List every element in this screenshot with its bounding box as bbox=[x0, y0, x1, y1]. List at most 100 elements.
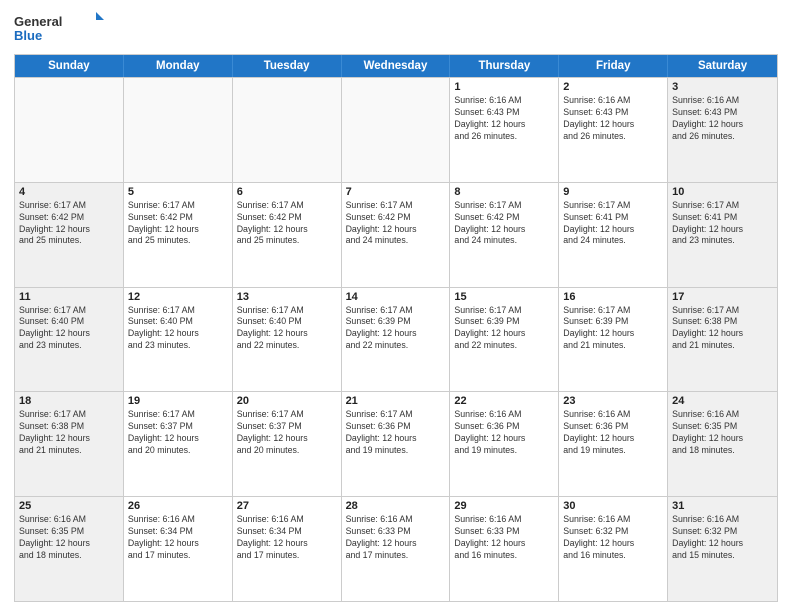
table-row: 19 Sunrise: 6:17 AM Sunset: 6:37 PM Dayli… bbox=[124, 392, 233, 496]
day-number: 1 bbox=[454, 81, 554, 93]
calendar-body: 1 Sunrise: 6:16 AM Sunset: 6:43 PM Daylig… bbox=[15, 77, 777, 601]
day-info: Sunrise: 6:17 AM Sunset: 6:42 PM Dayligh… bbox=[19, 200, 119, 248]
day-info: Sunrise: 6:17 AM Sunset: 6:42 PM Dayligh… bbox=[237, 200, 337, 248]
day-info: Sunrise: 6:17 AM Sunset: 6:38 PM Dayligh… bbox=[672, 305, 773, 353]
day-info: Sunrise: 6:17 AM Sunset: 6:42 PM Dayligh… bbox=[128, 200, 228, 248]
table-row: 10Sunrise: 6:17 AM Sunset: 6:41 PM Dayli… bbox=[668, 183, 777, 287]
day-number: 29 bbox=[454, 500, 554, 512]
day-number: 16 bbox=[563, 291, 663, 303]
day-info: Sunrise: 6:17 AM Sunset: 6:41 PM Dayligh… bbox=[563, 200, 663, 248]
day-number: 6 bbox=[237, 186, 337, 198]
table-row: 8 Sunrise: 6:17 AM Sunset: 6:42 PM Daylig… bbox=[450, 183, 559, 287]
table-row: 1 Sunrise: 6:16 AM Sunset: 6:43 PM Daylig… bbox=[450, 78, 559, 182]
day-number: 20 bbox=[237, 395, 337, 407]
calendar-week: 1 Sunrise: 6:16 AM Sunset: 6:43 PM Daylig… bbox=[15, 77, 777, 182]
table-row: 2Sunrise: 6:16 AM Sunset: 6:43 PM Daylig… bbox=[559, 78, 668, 182]
day-number: 23 bbox=[563, 395, 663, 407]
table-row: 18 Sunrise: 6:17 AM Sunset: 6:38 PM Dayli… bbox=[15, 392, 124, 496]
table-row: 30 Sunrise: 6:16 AM Sunset: 6:32 PM Dayli… bbox=[559, 497, 668, 601]
day-number: 27 bbox=[237, 500, 337, 512]
day-info: Sunrise: 6:16 AM Sunset: 6:36 PM Dayligh… bbox=[454, 409, 554, 457]
day-info: Sunrise: 6:16 AM Sunset: 6:43 PM Dayligh… bbox=[454, 95, 554, 143]
table-row: 28 Sunrise: 6:16 AM Sunset: 6:33 PM Dayli… bbox=[342, 497, 451, 601]
day-number: 15 bbox=[454, 291, 554, 303]
table-row: 24Sunrise: 6:16 AM Sunset: 6:35 PM Dayli… bbox=[668, 392, 777, 496]
day-info: Sunrise: 6:16 AM Sunset: 6:43 PM Dayligh… bbox=[672, 95, 773, 143]
day-info: Sunrise: 6:16 AM Sunset: 6:35 PM Dayligh… bbox=[19, 514, 119, 562]
day-number: 26 bbox=[128, 500, 228, 512]
table-row: 27 Sunrise: 6:16 AM Sunset: 6:34 PM Dayli… bbox=[233, 497, 342, 601]
day-number: 19 bbox=[128, 395, 228, 407]
logo: General Blue bbox=[14, 10, 104, 46]
day-info: Sunrise: 6:17 AM Sunset: 6:36 PM Dayligh… bbox=[346, 409, 446, 457]
table-row: 11 Sunrise: 6:17 AM Sunset: 6:40 PM Dayli… bbox=[15, 288, 124, 392]
day-number: 30 bbox=[563, 500, 663, 512]
day-number: 13 bbox=[237, 291, 337, 303]
day-info: Sunrise: 6:16 AM Sunset: 6:34 PM Dayligh… bbox=[237, 514, 337, 562]
day-info: Sunrise: 6:17 AM Sunset: 6:38 PM Dayligh… bbox=[19, 409, 119, 457]
day-info: Sunrise: 6:17 AM Sunset: 6:40 PM Dayligh… bbox=[237, 305, 337, 353]
day-number: 4 bbox=[19, 186, 119, 198]
table-row: 7Sunrise: 6:17 AM Sunset: 6:42 PM Daylig… bbox=[342, 183, 451, 287]
day-number: 31 bbox=[672, 500, 773, 512]
day-info: Sunrise: 6:16 AM Sunset: 6:34 PM Dayligh… bbox=[128, 514, 228, 562]
day-number: 18 bbox=[19, 395, 119, 407]
table-row: 22 Sunrise: 6:16 AM Sunset: 6:36 PM Dayli… bbox=[450, 392, 559, 496]
day-number: 9 bbox=[563, 186, 663, 198]
table-row: 5 Sunrise: 6:17 AM Sunset: 6:42 PM Daylig… bbox=[124, 183, 233, 287]
day-info: Sunrise: 6:17 AM Sunset: 6:37 PM Dayligh… bbox=[128, 409, 228, 457]
table-row: 6 Sunrise: 6:17 AM Sunset: 6:42 PM Daylig… bbox=[233, 183, 342, 287]
weekday-header: Thursday bbox=[450, 55, 559, 77]
calendar-week: 25Sunrise: 6:16 AM Sunset: 6:35 PM Dayli… bbox=[15, 496, 777, 601]
table-row: 23 Sunrise: 6:16 AM Sunset: 6:36 PM Dayli… bbox=[559, 392, 668, 496]
weekday-header: Friday bbox=[559, 55, 668, 77]
weekday-header: Sunday bbox=[15, 55, 124, 77]
calendar-week: 11 Sunrise: 6:17 AM Sunset: 6:40 PM Dayli… bbox=[15, 287, 777, 392]
svg-text:Blue: Blue bbox=[14, 28, 42, 43]
day-info: Sunrise: 6:17 AM Sunset: 6:42 PM Dayligh… bbox=[454, 200, 554, 248]
day-info: Sunrise: 6:17 AM Sunset: 6:40 PM Dayligh… bbox=[128, 305, 228, 353]
day-info: Sunrise: 6:17 AM Sunset: 6:37 PM Dayligh… bbox=[237, 409, 337, 457]
day-number: 14 bbox=[346, 291, 446, 303]
table-row: 29 Sunrise: 6:16 AM Sunset: 6:33 PM Dayli… bbox=[450, 497, 559, 601]
table-row: 21Sunrise: 6:17 AM Sunset: 6:36 PM Dayli… bbox=[342, 392, 451, 496]
day-number: 11 bbox=[19, 291, 119, 303]
day-info: Sunrise: 6:16 AM Sunset: 6:32 PM Dayligh… bbox=[672, 514, 773, 562]
table-row: 9 Sunrise: 6:17 AM Sunset: 6:41 PM Daylig… bbox=[559, 183, 668, 287]
calendar-header: SundayMondayTuesdayWednesdayThursdayFrid… bbox=[15, 55, 777, 77]
day-number: 8 bbox=[454, 186, 554, 198]
day-number: 28 bbox=[346, 500, 446, 512]
table-row: 13 Sunrise: 6:17 AM Sunset: 6:40 PM Dayli… bbox=[233, 288, 342, 392]
day-info: Sunrise: 6:17 AM Sunset: 6:39 PM Dayligh… bbox=[454, 305, 554, 353]
table-row: 16Sunrise: 6:17 AM Sunset: 6:39 PM Dayli… bbox=[559, 288, 668, 392]
table-row bbox=[15, 78, 124, 182]
table-row bbox=[233, 78, 342, 182]
table-row: 31 Sunrise: 6:16 AM Sunset: 6:32 PM Dayli… bbox=[668, 497, 777, 601]
table-row: 25Sunrise: 6:16 AM Sunset: 6:35 PM Dayli… bbox=[15, 497, 124, 601]
day-number: 3 bbox=[672, 81, 773, 93]
table-row bbox=[124, 78, 233, 182]
table-row bbox=[342, 78, 451, 182]
day-info: Sunrise: 6:16 AM Sunset: 6:33 PM Dayligh… bbox=[346, 514, 446, 562]
day-number: 7 bbox=[346, 186, 446, 198]
day-info: Sunrise: 6:17 AM Sunset: 6:40 PM Dayligh… bbox=[19, 305, 119, 353]
table-row: 4 Sunrise: 6:17 AM Sunset: 6:42 PM Daylig… bbox=[15, 183, 124, 287]
calendar: SundayMondayTuesdayWednesdayThursdayFrid… bbox=[14, 54, 778, 602]
calendar-week: 18 Sunrise: 6:17 AM Sunset: 6:38 PM Dayli… bbox=[15, 391, 777, 496]
day-info: Sunrise: 6:16 AM Sunset: 6:33 PM Dayligh… bbox=[454, 514, 554, 562]
logo-svg: General Blue bbox=[14, 10, 104, 46]
weekday-header: Saturday bbox=[668, 55, 777, 77]
day-info: Sunrise: 6:16 AM Sunset: 6:36 PM Dayligh… bbox=[563, 409, 663, 457]
table-row: 17Sunrise: 6:17 AM Sunset: 6:38 PM Dayli… bbox=[668, 288, 777, 392]
table-row: 3 Sunrise: 6:16 AM Sunset: 6:43 PM Daylig… bbox=[668, 78, 777, 182]
table-row: 14Sunrise: 6:17 AM Sunset: 6:39 PM Dayli… bbox=[342, 288, 451, 392]
header: General Blue bbox=[14, 10, 778, 46]
day-number: 5 bbox=[128, 186, 228, 198]
table-row: 26 Sunrise: 6:16 AM Sunset: 6:34 PM Dayli… bbox=[124, 497, 233, 601]
day-info: Sunrise: 6:17 AM Sunset: 6:41 PM Dayligh… bbox=[672, 200, 773, 248]
svg-text:General: General bbox=[14, 14, 62, 29]
day-number: 2 bbox=[563, 81, 663, 93]
table-row: 20 Sunrise: 6:17 AM Sunset: 6:37 PM Dayli… bbox=[233, 392, 342, 496]
day-info: Sunrise: 6:16 AM Sunset: 6:32 PM Dayligh… bbox=[563, 514, 663, 562]
day-number: 22 bbox=[454, 395, 554, 407]
